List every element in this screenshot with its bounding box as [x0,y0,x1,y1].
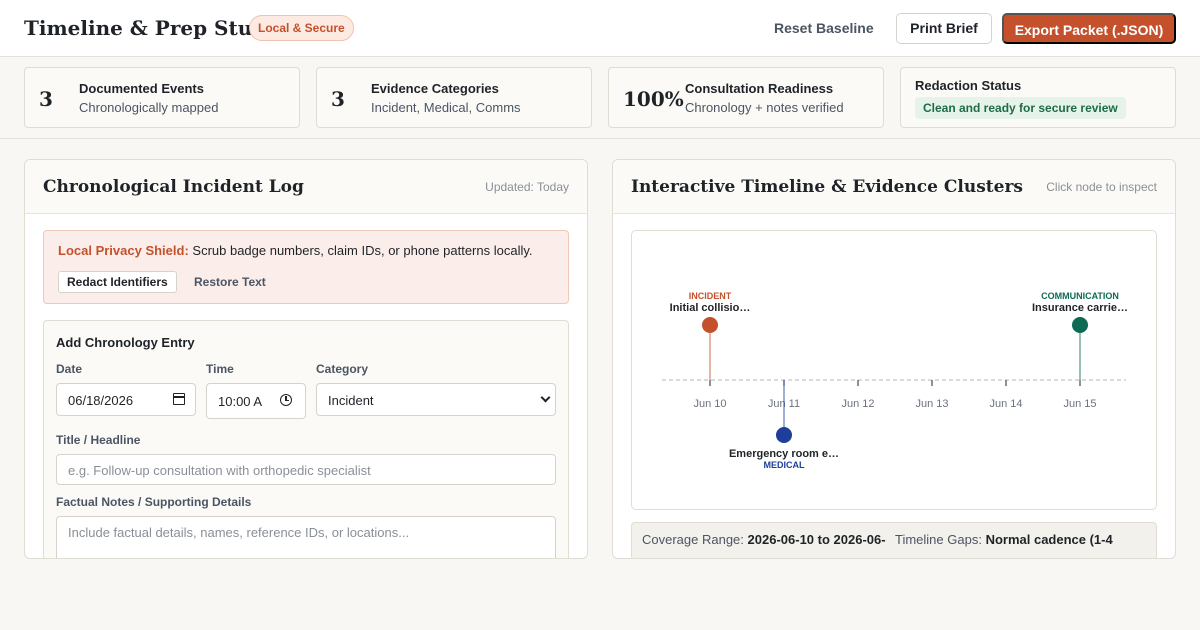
notes-placeholder: Include factual details, names, referenc… [68,525,410,540]
redact-identifiers-button[interactable]: Redact Identifiers [58,271,177,293]
privacy-shield-box: Local Privacy Shield: Scrub badge number… [43,230,569,304]
stats-band: 3 Documented Events Chronologically mapp… [0,57,1200,139]
restore-text-button[interactable]: Restore Text [194,271,266,293]
stat-value: 3 [39,87,53,111]
stat-title: Documented Events [79,81,204,96]
stat-title: Consultation Readiness [685,81,834,96]
coverage-range: Coverage Range: 2026-06-10 to 2026-06- [642,532,886,547]
timeline-tick-label: Jun 13 [915,398,948,410]
clock-icon[interactable] [280,394,292,406]
redaction-status-badge: Clean and ready for secure review [915,97,1126,119]
coverage-label: Coverage Range: [642,532,744,547]
timeline-summary-bar: Coverage Range: 2026-06-10 to 2026-06- T… [631,522,1157,558]
event-node[interactable] [776,427,792,443]
event-node[interactable] [1072,317,1088,333]
form-title: Add Chronology Entry [56,335,195,350]
panel-header: Interactive Timeline & Evidence Clusters… [613,160,1175,214]
panel-title: Interactive Timeline & Evidence Clusters [631,177,1023,197]
event-node[interactable] [702,317,718,333]
chevron-down-icon [540,392,551,403]
incident-log-panel: Chronological Incident Log Updated: Toda… [24,159,588,559]
event-category-label: MEDICAL [764,460,805,470]
timeline-gaps: Timeline Gaps: Normal cadence (1-4 [895,532,1113,547]
stat-card-redaction: Redaction Status Clean and ready for sec… [900,67,1176,128]
headline-label: Title / Headline [56,433,141,447]
export-packet-button[interactable]: Export Packet (.JSON) [1002,13,1176,44]
reset-baseline-button[interactable]: Reset Baseline [762,13,886,44]
notes-textarea[interactable]: Include factual details, names, referenc… [56,516,556,558]
timeline-tick-label: Jun 10 [693,398,726,410]
panel-hint-text: Click node to inspect [1046,180,1157,194]
gaps-value: Normal cadence (1-4 [985,532,1113,547]
redaction-title: Redaction Status [915,78,1022,93]
stat-card-events: 3 Documented Events Chronologically mapp… [24,67,300,128]
stat-title: Evidence Categories [371,81,499,96]
app-header: Timeline & Prep Studio Local & Secure Re… [0,0,1200,57]
category-value: Incident [328,393,374,408]
panel-title: Chronological Incident Log [43,177,304,197]
timeline-tick-label: Jun 15 [1063,398,1096,410]
gaps-label: Timeline Gaps: [895,532,982,547]
time-value: 10:00 A [218,394,263,409]
stat-card-readiness: 100% Consultation Readiness Chronology +… [608,67,884,128]
app-title: Timeline & Prep Studio [24,16,288,40]
timeline-canvas: Jun 10 Jun 11 Jun 12 Jun 13 Jun 14 Jun 15 INCI… [631,230,1157,510]
privacy-shield-text: Local Privacy Shield: Scrub badge number… [58,243,533,258]
date-input[interactable]: 06/18/2026 [56,383,196,416]
panel-updated-text: Updated: Today [485,180,569,194]
stat-value: 100% [623,87,684,111]
stat-subtitle: Chronologically mapped [79,100,219,115]
timeline-tick-label: Jun 14 [989,398,1022,410]
stat-subtitle: Incident, Medical, Comms [371,100,521,115]
privacy-shield-label: Local Privacy Shield: [58,243,189,258]
coverage-value: 2026-06-10 to 2026-06- [747,532,886,547]
timeline-svg: Jun 10 Jun 11 Jun 12 Jun 13 Jun 14 Jun 15INCI… [662,291,1128,470]
print-brief-button[interactable]: Print Brief [896,13,992,44]
timeline-tick-label: Jun 12 [841,398,874,410]
timeline-panel: Interactive Timeline & Evidence Clusters… [612,159,1176,559]
privacy-shield-description: Scrub badge numbers, claim IDs, or phone… [188,243,533,258]
event-title-label: Emergency room e… [729,448,839,460]
add-entry-form: Add Chronology Entry Date 06/18/2026 Tim… [43,320,569,558]
local-secure-badge: Local & Secure [249,15,354,41]
event-title-label: Initial collisio… [670,302,751,314]
date-value: 06/18/2026 [68,393,134,408]
calendar-icon[interactable] [173,393,185,405]
headline-input[interactable]: e.g. Follow-up consultation with orthope… [56,454,556,485]
event-category-label: COMMUNICATION [1041,291,1119,301]
notes-label: Factual Notes / Supporting Details [56,495,252,509]
event-category-label: INCIDENT [689,291,732,301]
event-title-label: Insurance carrie… [1032,302,1128,314]
time-input[interactable]: 10:00 A [206,383,306,419]
panel-header: Chronological Incident Log Updated: Toda… [25,160,587,214]
category-label: Category [316,362,369,376]
stat-value: 3 [331,87,345,111]
time-label: Time [206,362,234,376]
headline-placeholder: e.g. Follow-up consultation with orthope… [68,463,371,478]
date-label: Date [56,362,83,376]
stat-card-categories: 3 Evidence Categories Incident, Medical,… [316,67,592,128]
stat-subtitle: Chronology + notes verified [685,100,844,115]
category-select[interactable]: Incident [316,383,556,416]
